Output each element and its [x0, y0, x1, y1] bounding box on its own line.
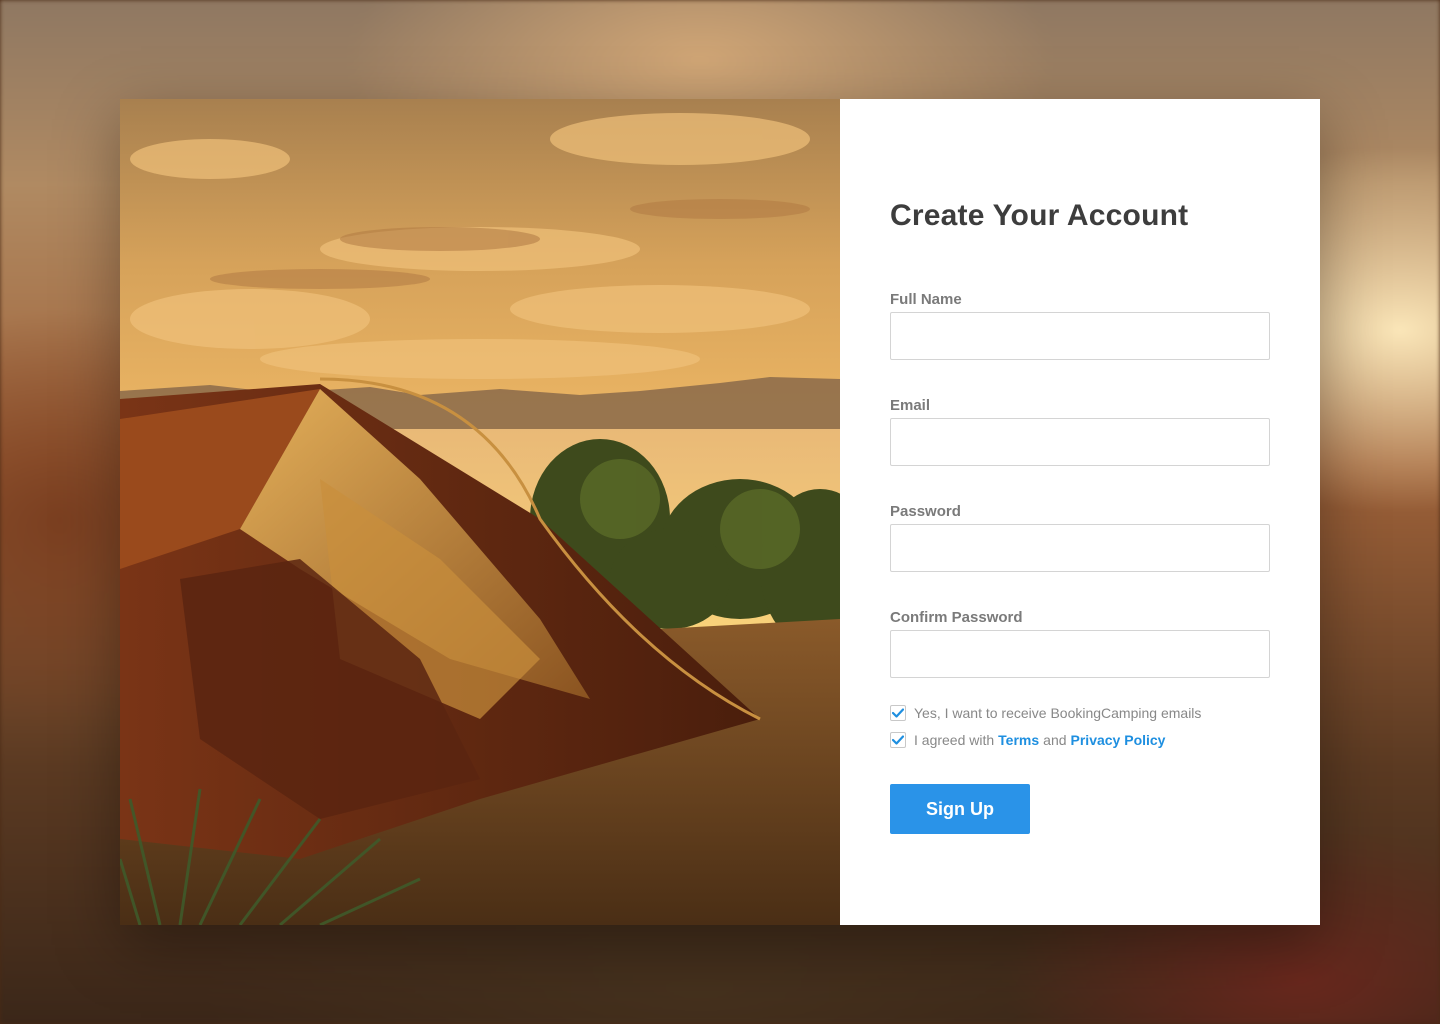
password-group: Password	[890, 503, 1270, 572]
terms-and: and	[1043, 732, 1067, 748]
consent-checkboxes: Yes, I want to receive BookingCamping em…	[890, 703, 1270, 750]
newsletter-row: Yes, I want to receive BookingCamping em…	[890, 703, 1270, 723]
full-name-label: Full Name	[890, 291, 962, 308]
confirm-password-label: Confirm Password	[890, 609, 1023, 626]
full-name-group: Full Name	[890, 291, 1270, 360]
email-label: Email	[890, 397, 931, 414]
newsletter-checkbox[interactable]	[890, 705, 906, 721]
password-label: Password	[890, 503, 961, 520]
terms-prefix: I agreed with	[914, 732, 995, 748]
email-input[interactable]	[890, 418, 1270, 466]
page-title: Create Your Account	[890, 199, 1189, 232]
confirm-password-group: Confirm Password	[890, 609, 1270, 678]
check-icon	[892, 735, 904, 745]
newsletter-text: Yes, I want to receive BookingCamping em…	[914, 705, 1202, 721]
terms-row: I agreed with Terms and Privacy Policy	[890, 730, 1270, 750]
confirm-password-input[interactable]	[890, 630, 1270, 678]
sign-up-button[interactable]: Sign Up	[890, 784, 1030, 834]
email-group: Email	[890, 397, 1270, 466]
full-name-input[interactable]	[890, 312, 1270, 360]
terms-link[interactable]: Terms	[998, 732, 1039, 748]
terms-checkbox[interactable]	[890, 732, 906, 748]
camping-photo	[120, 99, 840, 925]
check-icon	[892, 708, 904, 718]
privacy-policy-link[interactable]: Privacy Policy	[1071, 732, 1166, 748]
password-input[interactable]	[890, 524, 1270, 572]
signup-form: Create Your Account Full Name Email Pass…	[840, 99, 1320, 925]
signup-card: Create Your Account Full Name Email Pass…	[120, 99, 1320, 925]
tent-scene-illustration	[120, 99, 840, 925]
